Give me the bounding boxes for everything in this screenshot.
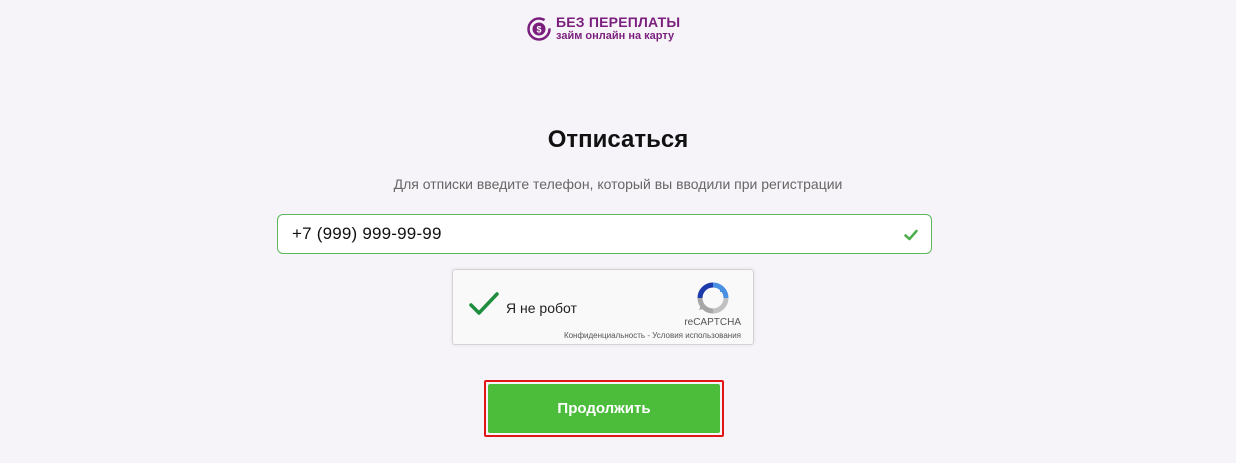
terms-link[interactable]: Условия использования <box>652 331 741 340</box>
brand-tagline: займ онлайн на карту <box>556 30 675 42</box>
brand-text: БЕЗ ПЕРЕПЛАТЫ займ онлайн на карту <box>556 15 680 42</box>
brand-logo[interactable]: $ БЕЗ ПЕРЕПЛАТЫ займ онлайн на карту <box>527 15 680 42</box>
brand-name: БЕЗ ПЕРЕПЛАТЫ <box>556 14 681 30</box>
page-title: Отписаться <box>547 126 689 153</box>
recaptcha-checkbox[interactable] <box>469 291 499 317</box>
recaptcha-brand: reCAPTCHA <box>684 317 741 328</box>
recaptcha-logo-icon <box>697 282 729 314</box>
recaptcha-label: Я не робот <box>506 300 577 316</box>
checkmark-icon <box>904 229 918 241</box>
recaptcha-links: Конфиденциальность - Условия использован… <box>564 331 741 340</box>
continue-button[interactable]: Продолжить <box>488 384 720 433</box>
continue-button-highlight: Продолжить <box>484 380 724 437</box>
svg-text:$: $ <box>536 24 541 34</box>
phone-input-value[interactable]: +7 (999) 999-99-99 <box>292 224 442 244</box>
privacy-link[interactable]: Конфиденциальность <box>564 331 645 340</box>
page-subtitle: Для отписки введите телефон, который вы … <box>393 176 843 192</box>
dollar-coin-icon: $ <box>527 16 551 41</box>
phone-input[interactable]: +7 (999) 999-99-99 <box>277 214 932 254</box>
recaptcha-widget: Я не робот reCAPTCHA Конфиденциальность … <box>452 269 754 345</box>
